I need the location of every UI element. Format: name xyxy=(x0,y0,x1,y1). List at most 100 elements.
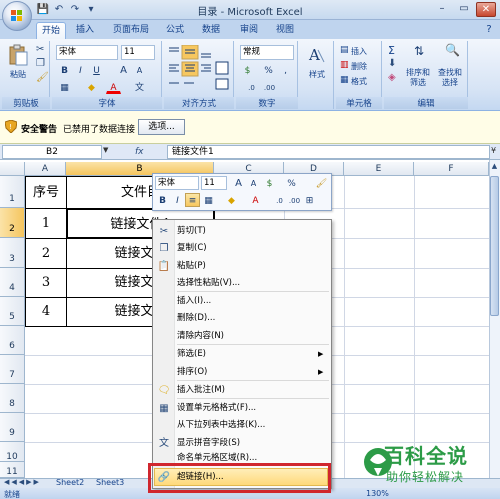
name-box[interactable]: B2 xyxy=(2,145,102,159)
sheet-tab-sheet2[interactable]: Sheet2 xyxy=(56,478,84,488)
borders-icon[interactable]: ▦ xyxy=(57,80,72,94)
row-header-3[interactable]: 3 xyxy=(0,238,25,268)
menu-item-paste[interactable]: 粘贴(P) xyxy=(177,259,206,273)
vertical-scroll-thumb[interactable] xyxy=(490,176,499,316)
column-header-e[interactable]: E xyxy=(344,162,414,176)
column-header-a[interactable]: A xyxy=(25,162,66,176)
autosum-button[interactable]: Σ xyxy=(388,44,395,57)
table-cell[interactable]: 1 xyxy=(25,208,67,239)
menu-item-insert[interactable]: 插入(I)... xyxy=(177,294,211,308)
alignment-buttons-icon[interactable] xyxy=(166,45,232,93)
mini-font-color-icon[interactable]: A xyxy=(248,193,263,207)
menu-item-clear-contents[interactable]: 清除内容(N) xyxy=(177,329,224,343)
row-header-7[interactable]: 7 xyxy=(0,355,25,384)
number-format-box[interactable]: 常规 xyxy=(240,45,294,60)
menu-item-insert-comment[interactable]: 插入批注(M) xyxy=(177,383,225,397)
delete-cells-icon[interactable]: ▥ xyxy=(340,60,349,70)
mini-merge-icon[interactable]: ⊞ xyxy=(302,193,317,207)
row-header-8[interactable]: 8 xyxy=(0,384,25,413)
scroll-up-icon[interactable]: ▲ xyxy=(490,162,499,174)
tab-view[interactable]: 视图 xyxy=(270,22,300,39)
minimize-button[interactable]: – xyxy=(432,2,452,17)
menu-item-cut[interactable]: 剪切(T) xyxy=(177,224,206,238)
mini-italic-icon[interactable]: I xyxy=(170,193,185,207)
sheet-tab-sheet3[interactable]: Sheet3 xyxy=(96,478,124,488)
bold-button[interactable]: B xyxy=(57,63,72,77)
sort-filter-button[interactable]: 排序和 筛选 xyxy=(403,68,433,88)
tab-formulas[interactable]: 公式 xyxy=(160,22,190,39)
mini-borders-icon[interactable]: ▦ xyxy=(201,193,216,207)
mini-decrease-decimal-icon[interactable]: .00 xyxy=(287,193,302,207)
row-header-5[interactable]: 5 xyxy=(0,297,25,326)
clear-icon[interactable]: ◈ xyxy=(388,72,396,83)
row-header-11[interactable]: 11 xyxy=(0,462,25,478)
mini-bold-icon[interactable]: B xyxy=(155,193,170,207)
tab-data[interactable]: 数据 xyxy=(196,22,226,39)
select-all-corner[interactable] xyxy=(0,162,25,176)
mini-format-painter-icon[interactable]: 🖌 xyxy=(314,176,329,190)
row-header-9[interactable]: 9 xyxy=(0,413,25,442)
menu-item-pick-from-list[interactable]: 从下拉列表中选择(K)... xyxy=(177,418,265,432)
find-select-button[interactable]: 查找和 选择 xyxy=(434,68,466,88)
tab-insert[interactable]: 插入 xyxy=(70,22,100,39)
phonetic-icon[interactable]: 文 xyxy=(132,80,147,94)
styles-button[interactable]: 样式 xyxy=(304,69,330,80)
find-select-icon[interactable]: 🔍 xyxy=(445,43,460,57)
maximize-button[interactable]: ▭ xyxy=(454,2,474,17)
sheet-nav-icons[interactable]: ◀◀◀▶▶ xyxy=(4,478,41,486)
insert-cells-button[interactable]: 插入 xyxy=(351,46,367,57)
mini-font-box[interactable]: 宋体 xyxy=(155,176,199,190)
font-color-button[interactable]: A xyxy=(106,80,121,94)
increase-decimal-icon[interactable]: .0 xyxy=(244,80,259,94)
underline-button[interactable]: U xyxy=(89,63,104,77)
tab-review[interactable]: 审阅 xyxy=(234,22,264,39)
comma-button[interactable]: , xyxy=(278,63,293,77)
grow-font-button[interactable]: A xyxy=(116,63,131,77)
table-cell[interactable]: 3 xyxy=(25,268,67,298)
fx-button[interactable]: fx xyxy=(135,145,165,159)
mini-size-box[interactable]: 11 xyxy=(201,176,227,190)
percent-button[interactable]: % xyxy=(261,63,276,77)
formula-input[interactable]: 链接文件1 xyxy=(167,145,490,159)
mini-center-icon[interactable]: ≡ xyxy=(185,193,200,207)
table-header-cell[interactable]: 序号 xyxy=(25,176,67,209)
table-cell[interactable]: 4 xyxy=(25,297,67,327)
cut-icon[interactable]: ✂ xyxy=(36,44,44,55)
column-header-f[interactable]: F xyxy=(414,162,489,176)
menu-item-sort[interactable]: 排序(O) xyxy=(177,365,207,379)
tab-page-layout[interactable]: 页面布局 xyxy=(106,22,156,39)
row-header-2[interactable]: 2 xyxy=(0,208,25,238)
format-painter-icon[interactable]: 🖌 xyxy=(36,72,49,83)
expand-formula-icon[interactable]: ¥ xyxy=(491,146,496,155)
security-options-button[interactable]: 选项... xyxy=(138,119,185,135)
mini-percent-button[interactable]: % xyxy=(284,176,299,190)
menu-item-format-cells[interactable]: 设置单元格格式(F)... xyxy=(177,401,256,415)
paste-icon[interactable] xyxy=(8,44,28,66)
mini-currency-icon[interactable]: $ xyxy=(262,176,277,190)
copy-icon[interactable]: ❐ xyxy=(36,58,45,69)
currency-button[interactable]: $ xyxy=(240,63,255,77)
delete-cells-button[interactable]: 删除 xyxy=(351,61,367,72)
menu-item-filter[interactable]: 筛选(E) xyxy=(177,347,206,361)
help-icon[interactable]: ? xyxy=(482,24,496,36)
row-header-1[interactable]: 1 xyxy=(0,176,25,208)
font-name-box[interactable]: 宋体 xyxy=(56,45,118,60)
shrink-font-button[interactable]: A xyxy=(132,63,147,77)
format-cells-icon[interactable]: ▦ xyxy=(340,75,349,85)
menu-item-show-phonetic[interactable]: 显示拼音字段(S) xyxy=(177,436,240,450)
insert-cells-icon[interactable]: ▤ xyxy=(340,45,349,55)
decrease-decimal-icon[interactable]: .00 xyxy=(262,80,277,94)
menu-item-define-name[interactable]: 命名单元格区域(R)... xyxy=(177,452,257,462)
table-cell[interactable]: 2 xyxy=(25,238,67,269)
format-cells-button[interactable]: 格式 xyxy=(351,76,367,87)
menu-item-copy[interactable]: 复制(C) xyxy=(177,241,207,255)
office-button[interactable] xyxy=(2,1,32,31)
menu-item-paste-special[interactable]: 选择性粘贴(V)... xyxy=(177,276,240,290)
mini-grow-font-icon[interactable]: A xyxy=(231,176,246,190)
mini-increase-decimal-icon[interactable]: .0 xyxy=(272,193,287,207)
mini-fill-color-icon[interactable]: ◆ xyxy=(224,193,239,207)
paste-button[interactable]: 粘贴 xyxy=(6,69,30,80)
row-header-10[interactable]: 10 xyxy=(0,442,25,462)
menu-item-delete[interactable]: 删除(D)... xyxy=(177,311,215,325)
fill-icon[interactable]: ⬇ xyxy=(388,58,396,69)
